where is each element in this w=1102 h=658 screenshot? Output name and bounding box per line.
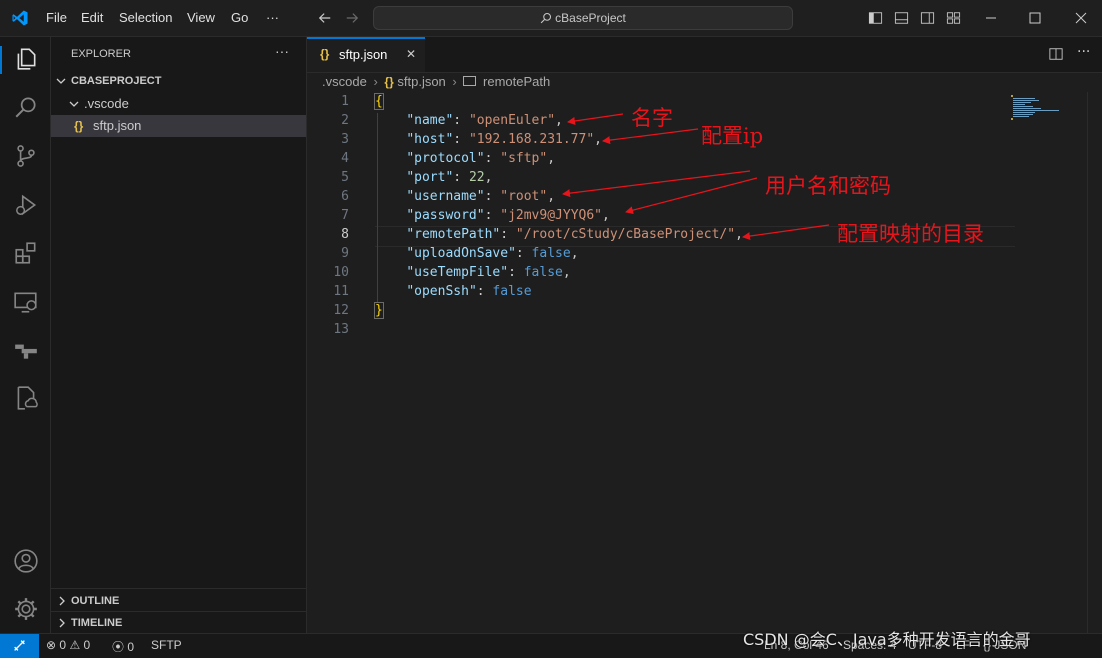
chevron-right-icon: › (373, 74, 378, 89)
timeline-section-header[interactable]: TIMELINE (51, 612, 306, 634)
menu-view[interactable]: View (187, 10, 215, 25)
json-file-icon: {} (384, 75, 394, 89)
toggle-panel-icon[interactable] (894, 11, 909, 25)
ports-count: 0 (127, 640, 135, 654)
chevron-down-icon (69, 101, 79, 107)
vscode-logo-icon[interactable] (11, 9, 29, 27)
remote-icon (14, 640, 25, 651)
menu-selection[interactable]: Selection (119, 10, 172, 25)
explorer-files-icon[interactable] (13, 46, 39, 72)
maximize-icon[interactable] (1029, 12, 1041, 24)
annotation-ip: 配置ip (701, 124, 764, 148)
title-bar: File Edit Selection View Go ··· cBasePro… (0, 0, 1102, 37)
tree-item-vscode-folder[interactable]: .vscode (51, 93, 306, 115)
json-file-icon: {} (320, 47, 330, 61)
annotation-credentials: 用户名和密码 (765, 174, 891, 198)
explorer-sidebar: EXPLORER ··· CBASEPROJECT .vscode {} sft… (51, 37, 307, 633)
extensions-icon[interactable] (13, 240, 39, 266)
editor-tabs: {} sftp.json ✕ ··· (307, 37, 1102, 73)
json-close-brace: } (374, 302, 384, 319)
explorer-more-button[interactable]: ··· (275, 43, 289, 59)
warning-count: 0 (83, 638, 91, 652)
split-editor-icon[interactable] (1049, 47, 1063, 61)
menu-file[interactable]: File (46, 10, 67, 25)
tab-label: sftp.json (339, 47, 388, 62)
tab-sftp-json[interactable]: {} sftp.json ✕ (307, 37, 425, 72)
editor-more-button[interactable]: ··· (1077, 44, 1090, 60)
annotation-name: 名字 (631, 106, 673, 130)
remote-explorer-icon[interactable] (13, 289, 39, 315)
sftp-extension-icon[interactable] (13, 337, 39, 363)
search-icon (540, 12, 552, 24)
breadcrumb-vscode[interactable]: .vscode (322, 74, 367, 89)
project-folder-row[interactable]: CBASEPROJECT (51, 70, 306, 92)
code-line: } (374, 302, 384, 319)
chevron-down-icon (56, 78, 66, 84)
outline-section-header[interactable]: OUTLINE (51, 590, 306, 612)
chevron-right-icon (59, 596, 65, 606)
close-window-icon[interactable] (1075, 12, 1087, 24)
command-center-search[interactable]: cBaseProject (373, 6, 793, 30)
search-view-icon[interactable] (13, 94, 39, 120)
breadcrumb: .vscode › {} sftp.json › remotePath (322, 74, 550, 92)
line-number: 12 (333, 303, 349, 318)
folder-label: .vscode (84, 96, 129, 111)
file-label: sftp.json (93, 118, 142, 133)
menu-more-button[interactable]: ··· (266, 10, 279, 25)
forward-arrow-icon[interactable] (345, 11, 359, 25)
error-count: 0 (59, 638, 67, 652)
project-name: CBASEPROJECT (71, 75, 162, 87)
back-arrow-icon[interactable] (318, 11, 332, 25)
divider (51, 588, 306, 589)
chevron-right-icon: › (452, 74, 457, 89)
toggle-primary-sidebar-icon[interactable] (868, 11, 883, 25)
json-file-icon: {} (74, 119, 84, 133)
accounts-icon[interactable] (13, 548, 39, 574)
code-editor[interactable]: 1 2 3 4 5 6 7 8 9 10 11 12 13 { "name": "openEuler",… (307, 92, 1102, 633)
menu-go[interactable]: Go (231, 10, 248, 25)
tree-item-sftp-json[interactable]: {} sftp.json (51, 115, 306, 137)
active-indicator (0, 46, 2, 74)
chevron-right-icon (59, 618, 65, 628)
broadcast-icon: ⦿ (112, 640, 125, 654)
error-icon: ⊗ (46, 638, 57, 652)
run-debug-icon[interactable] (13, 192, 39, 218)
sftp-status[interactable]: SFTP (151, 638, 182, 652)
breadcrumb-remotepath[interactable]: remotePath (483, 74, 550, 89)
warning-icon: ⚠ (69, 638, 81, 652)
annotation-mapping: 配置映射的目录 (837, 222, 984, 246)
timeline-label: TIMELINE (71, 617, 123, 629)
remote-indicator-button[interactable] (0, 634, 39, 658)
problems-status[interactable]: ⊗ 0 ⚠ 0 (46, 638, 90, 652)
watermark-text: CSDN @会C、Java多种开发语言的金哥 (743, 630, 1031, 649)
explorer-header: EXPLORER (71, 48, 131, 60)
tab-close-button[interactable]: ✕ (406, 47, 416, 61)
string-property-icon (463, 76, 477, 86)
manage-gear-icon[interactable] (13, 596, 39, 622)
outline-label: OUTLINE (71, 595, 120, 607)
toggle-secondary-sidebar-icon[interactable] (920, 11, 935, 25)
menu-edit[interactable]: Edit (81, 10, 103, 25)
minimize-icon[interactable] (985, 12, 997, 24)
source-control-icon[interactable] (13, 143, 39, 169)
customize-layout-icon[interactable] (946, 11, 961, 25)
activity-bar (0, 37, 51, 633)
remote-file-cloud-icon[interactable] (13, 385, 39, 411)
ports-status[interactable]: ⦿ 0 (112, 638, 134, 655)
line-number: 13 (333, 322, 349, 337)
command-center-text: cBaseProject (555, 11, 626, 25)
breadcrumb-sftp-json[interactable]: sftp.json (397, 74, 445, 89)
